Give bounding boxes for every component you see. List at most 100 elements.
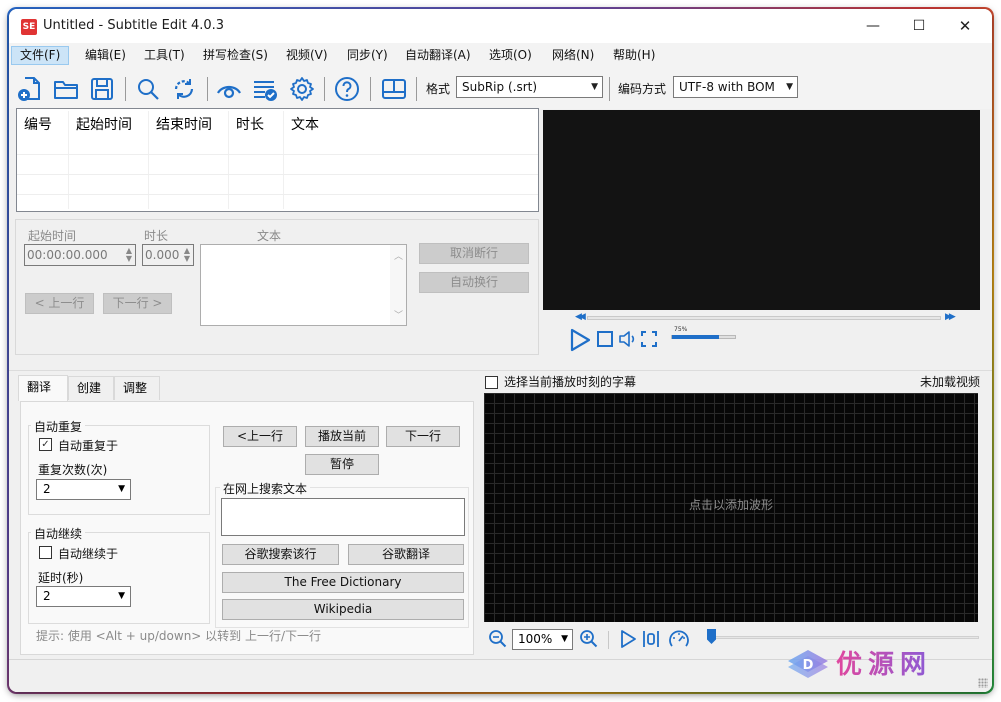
visual-sync-button[interactable] <box>215 75 243 103</box>
maximize-button[interactable]: ☐ <box>896 9 942 43</box>
scroll-down-icon: ﹀ <box>394 311 404 321</box>
toggle-spectrogram-button[interactable] <box>641 629 661 652</box>
spell-check-button[interactable] <box>251 75 279 103</box>
save-button[interactable] <box>88 75 116 103</box>
encoding-select[interactable]: UTF-8 with BOM ▼ <box>673 76 798 98</box>
mute-button[interactable] <box>618 330 638 351</box>
toolbar-separator <box>324 77 325 101</box>
menu-auto-translate[interactable]: 自动翻译(A) <box>397 46 479 65</box>
tab-adjust[interactable]: 调整 <box>114 376 160 400</box>
seek-back-icon[interactable]: ◀◀ <box>575 312 586 322</box>
minimize-icon: — <box>866 18 880 34</box>
help-button[interactable] <box>333 75 361 103</box>
auto-repeat-checkbox[interactable]: ✓ <box>39 438 52 451</box>
next-line-button[interactable]: 下一行 > <box>103 293 172 314</box>
format-value: SubRip (.srt) <box>462 80 538 94</box>
waveform-position-thumb[interactable] <box>707 629 716 644</box>
spinner-icon: ▲ ▼ <box>125 246 132 263</box>
prev-line-button[interactable]: < 上一行 <box>25 293 94 314</box>
free-dictionary-button[interactable]: The Free Dictionary <box>222 572 464 593</box>
delay-select[interactable]: 2 ▼ <box>36 586 131 607</box>
settings-icon <box>290 77 314 101</box>
text-scrollbar[interactable]: ︿ ﹀ <box>390 245 406 325</box>
volume-icon <box>619 331 635 347</box>
toolbar-separator <box>609 77 610 101</box>
volume-slider[interactable] <box>671 335 736 339</box>
pause-button[interactable]: 暂停 <box>305 454 379 475</box>
replace-button[interactable] <box>170 75 198 103</box>
video-player[interactable] <box>543 110 980 310</box>
menu-tools[interactable]: 工具(T) <box>136 46 193 65</box>
menu-file[interactable]: 文件(F) <box>11 46 70 65</box>
subtitle-list[interactable]: 编号 起始时间 结束时间 时长 文本 <box>16 108 539 212</box>
wikipedia-button[interactable]: Wikipedia <box>222 599 464 620</box>
speedometer-icon <box>669 630 689 647</box>
close-button[interactable]: ✕ <box>942 9 988 43</box>
stop-button[interactable] <box>596 330 614 351</box>
fullscreen-button[interactable] <box>640 330 658 351</box>
grid-line <box>17 174 538 175</box>
format-select[interactable]: SubRip (.srt) ▼ <box>456 76 603 98</box>
new-file-icon <box>18 77 40 101</box>
waveform-position-slider[interactable] <box>709 636 979 639</box>
next-line-button[interactable]: 下一行 <box>386 426 460 447</box>
encoding-label: 编码方式 <box>618 82 667 96</box>
toolbar-separator <box>370 77 371 101</box>
find-button[interactable] <box>134 75 162 103</box>
duration-value: 0.000 <box>145 248 180 262</box>
splitter[interactable] <box>9 370 992 371</box>
layout-button[interactable] <box>380 75 408 103</box>
google-translate-button[interactable]: 谷歌翻译 <box>348 544 464 565</box>
google-search-button[interactable]: 谷歌搜索该行 <box>222 544 339 565</box>
search-text-input[interactable] <box>221 498 465 536</box>
toolbar-separator <box>125 77 126 101</box>
subtitle-text-input[interactable]: ︿ ﹀ <box>200 244 407 326</box>
unbreak-button[interactable]: 取消断行 <box>419 243 529 264</box>
column-header: 时长 <box>236 117 264 133</box>
prev-line-button[interactable]: <上一行 <box>223 426 297 447</box>
menu-sync[interactable]: 同步(Y) <box>339 46 396 65</box>
start-time-input[interactable]: 00:00:00.000 ▲ ▼ <box>24 244 136 266</box>
menu-help[interactable]: 帮助(H) <box>605 46 663 65</box>
zoom-in-icon <box>580 630 598 648</box>
volume-fill <box>672 335 720 339</box>
click-to-add-waveform: 点击以添加波形 <box>688 498 773 512</box>
waveform-play-button[interactable] <box>619 629 637 652</box>
zoom-out-button[interactable] <box>488 629 508 652</box>
menu-options[interactable]: 选项(O) <box>481 46 540 65</box>
app-logo-icon: SE <box>21 19 37 35</box>
delay-label: 延时(秒) <box>38 571 84 585</box>
minimize-button[interactable]: — <box>850 9 896 43</box>
select-current-checkbox[interactable] <box>485 376 498 389</box>
main-window: SE Untitled - Subtitle Edit 4.0.3 — 文件(F… <box>9 9 992 692</box>
auto-continue-checkbox[interactable] <box>39 546 52 559</box>
open-button[interactable] <box>52 75 80 103</box>
video-seek-bar[interactable] <box>587 316 941 320</box>
auto-break-button[interactable]: 自动换行 <box>419 272 529 293</box>
menu-video[interactable]: 视频(V) <box>278 46 336 65</box>
settings-button[interactable] <box>288 75 316 103</box>
play-current-button[interactable]: 播放当前 <box>305 426 379 447</box>
playback-speed-button[interactable] <box>668 629 690 652</box>
new-file-button[interactable] <box>15 75 43 103</box>
tab-create[interactable]: 创建 <box>68 376 114 400</box>
waveform-panel[interactable]: 点击以添加波形 <box>484 393 978 622</box>
waveform-zoom-select[interactable]: 100% ▼ <box>512 629 573 650</box>
chevron-down-icon: ▼ <box>561 634 568 644</box>
tab-translate[interactable]: 翻译 <box>18 375 68 401</box>
resize-grip-icon[interactable] <box>978 678 988 688</box>
seek-forward-icon[interactable]: ▶▶ <box>945 312 956 322</box>
menu-bar: 文件(F) 编辑(E) 工具(T) 拼写检查(S) 视频(V) 同步(Y) 自动… <box>9 43 992 67</box>
duration-input[interactable]: 0.000 ▲ ▼ <box>142 244 194 266</box>
encoding-value: UTF-8 with BOM <box>679 80 775 94</box>
watermark-logo-letter: D <box>803 658 814 673</box>
menu-network[interactable]: 网络(N) <box>544 46 602 65</box>
repeat-count-select[interactable]: 2 ▼ <box>36 479 131 500</box>
menu-spell-check[interactable]: 拼写检查(S) <box>195 46 276 65</box>
repeat-count-label: 重复次数(次) <box>38 463 108 477</box>
play-icon <box>621 630 636 648</box>
play-button[interactable] <box>569 328 591 355</box>
group-title: 自动继续 <box>31 525 86 542</box>
zoom-in-button[interactable] <box>579 629 599 652</box>
menu-edit[interactable]: 编辑(E) <box>77 46 134 65</box>
